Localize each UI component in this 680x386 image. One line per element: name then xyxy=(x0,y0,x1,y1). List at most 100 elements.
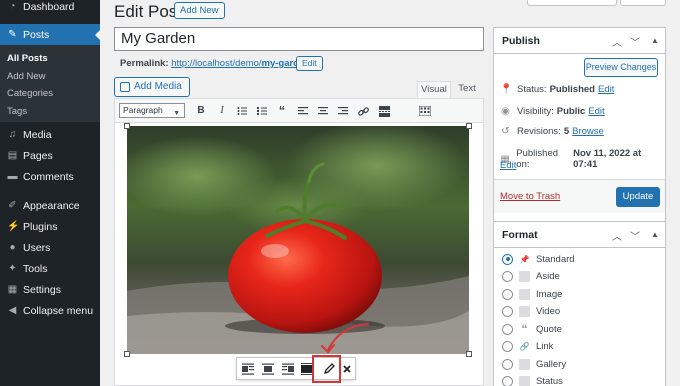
image-align-left-icon[interactable] xyxy=(240,361,256,377)
add-new-post-button[interactable]: Add New xyxy=(174,2,225,19)
format-option-status[interactable]: Status xyxy=(502,374,563,386)
format-option-label: Aside xyxy=(536,270,560,282)
collapse-toggle-icon[interactable]: ▲ xyxy=(651,230,659,239)
format-option-link[interactable]: 🔗 Link xyxy=(502,339,553,353)
status-edit-link[interactable]: Edit xyxy=(598,84,614,95)
publish-panel: Publish ︿ ﹀ ▲ Preview Changes 📍 Status: … xyxy=(493,27,666,238)
tomato-image[interactable] xyxy=(127,126,469,354)
format-option-video[interactable]: Video xyxy=(502,304,560,318)
bullet-list-icon[interactable] xyxy=(234,103,250,119)
remove-image-icon[interactable] xyxy=(339,361,355,377)
publish-footer: Move to Trash Update xyxy=(494,179,665,213)
submenu-all-posts[interactable]: All Posts xyxy=(7,53,48,64)
menu-pages[interactable]: ▤ Pages xyxy=(0,145,100,166)
status-icon xyxy=(519,375,530,386)
screen-options-button[interactable] xyxy=(527,0,617,6)
published-edit-link[interactable]: Edit xyxy=(500,160,516,171)
status-value: Published xyxy=(549,84,595,95)
update-button[interactable]: Update xyxy=(616,187,660,207)
radio[interactable] xyxy=(502,305,513,317)
revisions-label: Revisions: xyxy=(517,126,561,137)
menu-plugins[interactable]: ⚡ Plugins xyxy=(0,216,100,237)
chevron-up-icon[interactable]: ︿ xyxy=(612,228,622,243)
numbered-list-icon[interactable] xyxy=(254,103,270,119)
format-option-label: Video xyxy=(536,305,561,317)
format-option-quote[interactable]: “ Quote xyxy=(502,322,562,336)
image-align-right-icon[interactable] xyxy=(280,361,296,377)
format-option-standard[interactable]: 📌 Standard xyxy=(502,252,575,266)
eye-icon: ◉ xyxy=(501,106,510,117)
help-button[interactable] xyxy=(620,0,666,6)
link-icon[interactable] xyxy=(355,103,371,119)
comments-icon: ▬ xyxy=(7,171,18,182)
radio[interactable] xyxy=(502,323,513,335)
post-title-input[interactable]: My Garden xyxy=(114,27,484,51)
move-to-trash-link[interactable]: Move to Trash xyxy=(500,191,560,202)
permalink-base: http://localhost/demo/ xyxy=(171,58,262,69)
menu-dashboard[interactable]: ◔ Dashboard xyxy=(0,0,100,17)
preview-changes-button[interactable]: Preview Changes xyxy=(584,58,658,77)
resize-handle-bl[interactable] xyxy=(124,351,130,357)
radio[interactable] xyxy=(502,288,513,300)
align-left-icon[interactable] xyxy=(295,103,311,119)
chevron-down-icon[interactable]: ﹀ xyxy=(630,34,640,49)
radio[interactable] xyxy=(502,375,513,386)
revisions-value: 5 xyxy=(563,126,570,137)
pages-icon: ▤ xyxy=(7,150,18,161)
gallery-icon xyxy=(519,358,530,370)
radio-selected[interactable] xyxy=(502,253,513,265)
format-option-aside[interactable]: Aside xyxy=(502,269,560,283)
publish-title: Publish xyxy=(502,35,540,47)
tab-text[interactable]: Text xyxy=(453,81,481,98)
resize-handle-tr[interactable] xyxy=(466,123,472,129)
collapse-toggle-icon[interactable]: ▲ xyxy=(651,36,659,45)
appearance-icon: ✐ xyxy=(8,200,17,211)
bold-icon[interactable]: B xyxy=(193,103,209,119)
align-center-icon[interactable] xyxy=(315,103,331,119)
tab-visual[interactable]: Visual xyxy=(417,81,451,98)
menu-appearance[interactable]: ✐ Appearance xyxy=(0,195,100,216)
add-media-button[interactable]: Add Media xyxy=(114,77,190,97)
paragraph-format-select[interactable]: Paragraph ▼ xyxy=(119,103,185,118)
image-align-center-icon[interactable] xyxy=(260,361,276,377)
radio[interactable] xyxy=(502,270,513,282)
chevron-up-icon[interactable]: ︿ xyxy=(612,34,622,49)
visibility-edit-link[interactable]: Edit xyxy=(588,106,604,117)
radio[interactable] xyxy=(502,358,513,370)
menu-media[interactable]: ♫ Media xyxy=(0,124,100,145)
menu-posts[interactable]: ✎ Posts xyxy=(0,24,100,45)
submenu-categories[interactable]: Categories xyxy=(7,88,53,99)
format-panel: Format ︿ ﹀ ▲ 📌 Standard Aside Image Vide… xyxy=(493,221,666,386)
users-icon: ● xyxy=(9,242,16,253)
resize-handle-tl[interactable] xyxy=(124,123,130,129)
menu-tools[interactable]: ✦ Tools xyxy=(0,258,100,279)
content-editor[interactable]: Paragraph ▼ B I “ xyxy=(114,98,484,386)
revisions-browse-link[interactable]: Browse xyxy=(572,126,604,137)
menu-settings-label: Settings xyxy=(23,283,61,296)
align-right-icon[interactable] xyxy=(335,103,351,119)
tomato-photo xyxy=(127,126,469,354)
revisions-icon: ↺ xyxy=(501,126,510,137)
italic-icon[interactable]: I xyxy=(214,103,230,119)
insert-more-icon[interactable] xyxy=(376,103,392,119)
chevron-down-icon[interactable]: ﹀ xyxy=(630,228,640,243)
resize-handle-br[interactable] xyxy=(466,351,472,357)
active-menu-arrow xyxy=(95,30,100,40)
submenu-tags[interactable]: Tags xyxy=(7,106,27,117)
permalink-edit-button[interactable]: Edit xyxy=(296,56,323,71)
submenu-add-new[interactable]: Add New xyxy=(7,71,46,82)
blockquote-icon[interactable]: “ xyxy=(274,103,290,119)
format-option-gallery[interactable]: Gallery xyxy=(502,357,566,371)
menu-collapse[interactable]: ◀ Collapse menu xyxy=(0,300,100,321)
menu-posts-label: Posts xyxy=(23,28,50,41)
permalink-link[interactable]: http://localhost/demo/my-garden/ xyxy=(171,58,313,69)
toolbar-toggle-icon[interactable] xyxy=(417,103,433,119)
red-arrow-annotation xyxy=(321,323,369,353)
tools-icon: ✦ xyxy=(8,263,17,274)
menu-users[interactable]: ● Users xyxy=(0,237,100,258)
menu-comments[interactable]: ▬ Comments xyxy=(0,166,100,187)
menu-comments-label: Comments xyxy=(23,170,74,183)
format-option-image[interactable]: Image xyxy=(502,287,562,301)
menu-settings[interactable]: ▦ Settings xyxy=(0,279,100,300)
radio[interactable] xyxy=(502,340,513,352)
